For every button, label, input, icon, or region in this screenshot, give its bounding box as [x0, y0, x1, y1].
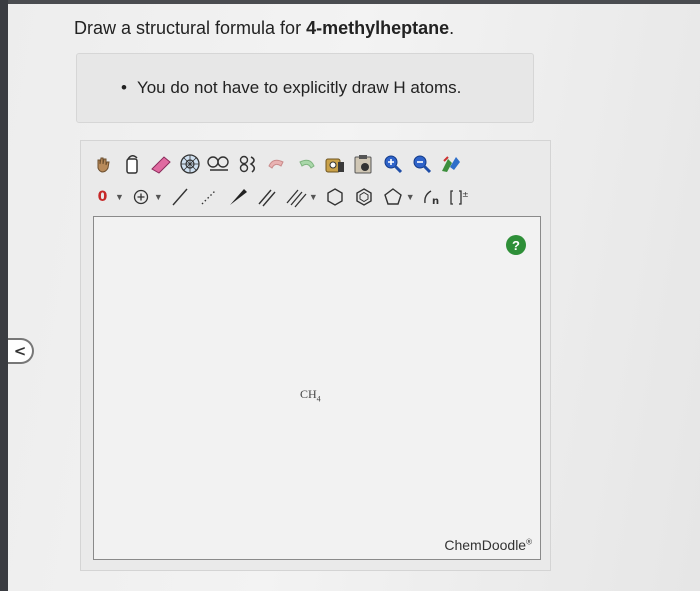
single-bond-icon[interactable]	[167, 184, 194, 210]
hint-item: • You do not have to explicitly draw H at…	[121, 78, 461, 98]
copy-icon[interactable]	[321, 151, 348, 177]
help-label: ?	[512, 237, 520, 253]
toolbar-top	[89, 149, 466, 179]
chevron-down-icon[interactable]: ▼	[406, 192, 415, 202]
question-text: Draw a structural formula for 4-methylhe…	[74, 18, 454, 39]
double-bond-icon[interactable]	[254, 184, 281, 210]
hint-text: You do not have to explicitly draw H ato…	[136, 78, 462, 97]
lasso-icon[interactable]	[118, 151, 145, 177]
eraser-icon[interactable]	[147, 151, 174, 177]
chemdoodle-editor: 0 ▼ ▼ ▼ ▼ n ± ? CH4 ChemDoodle®	[80, 140, 551, 571]
bracket-charge-icon[interactable]: ±	[448, 184, 475, 210]
svg-text:n: n	[432, 196, 439, 207]
toolbar-bottom: 0 ▼ ▼ ▼ ▼ n ±	[89, 182, 477, 212]
pentagon-icon[interactable]	[380, 184, 407, 210]
chevron-down-icon[interactable]: ▼	[115, 192, 124, 202]
charge-icon[interactable]: 0	[89, 184, 116, 210]
molecule-subscript: 4	[316, 394, 321, 404]
redo-icon[interactable]	[292, 151, 319, 177]
compound-name: 4-methylheptane	[306, 18, 450, 38]
window-left-edge	[0, 0, 8, 591]
atom-plus-icon[interactable]	[128, 184, 155, 210]
hand-icon[interactable]	[89, 151, 116, 177]
zoom-out-icon[interactable]	[408, 151, 435, 177]
svg-text:±: ±	[462, 190, 469, 199]
undo-icon[interactable]	[263, 151, 290, 177]
hint-box: • You do not have to explicitly draw H at…	[76, 53, 534, 123]
brand-text: ChemDoodle	[444, 537, 527, 553]
repeat-unit-icon[interactable]: n	[419, 184, 446, 210]
molecule-label[interactable]: CH4	[300, 387, 321, 403]
dashed-bond-icon[interactable]	[196, 184, 223, 210]
question-prefix: Draw a structural formula for	[74, 18, 307, 38]
question-page: < Draw a structural formula for 4-methyl…	[8, 4, 700, 591]
drawing-canvas[interactable]: ? CH4 ChemDoodle®	[93, 216, 541, 560]
question-suffix: .	[449, 18, 455, 38]
molecule-base: CH	[300, 387, 317, 401]
bullet-icon: •	[121, 78, 127, 97]
clean-icon[interactable]	[437, 151, 464, 177]
cyclohexane-icon[interactable]	[322, 184, 349, 210]
wedge-bond-icon[interactable]	[225, 184, 252, 210]
template-icon[interactable]	[176, 151, 203, 177]
back-button[interactable]: <	[8, 338, 34, 364]
chevron-down-icon[interactable]: ▼	[154, 192, 163, 202]
back-chevron-icon: <	[13, 342, 27, 360]
paste-icon[interactable]	[350, 151, 377, 177]
chemdoodle-brand: ChemDoodle®	[444, 537, 532, 553]
chevron-down-icon[interactable]: ▼	[309, 192, 318, 202]
benzene-icon[interactable]	[351, 184, 378, 210]
help-button[interactable]: ?	[506, 235, 526, 255]
brand-mark: ®	[526, 537, 532, 547]
zoom-in-icon[interactable]	[379, 151, 406, 177]
charge-label: 0	[97, 189, 108, 205]
atom-chain-icon[interactable]	[234, 151, 261, 177]
ring-chain-icon[interactable]	[205, 151, 232, 177]
triple-bond-icon[interactable]	[283, 184, 310, 210]
